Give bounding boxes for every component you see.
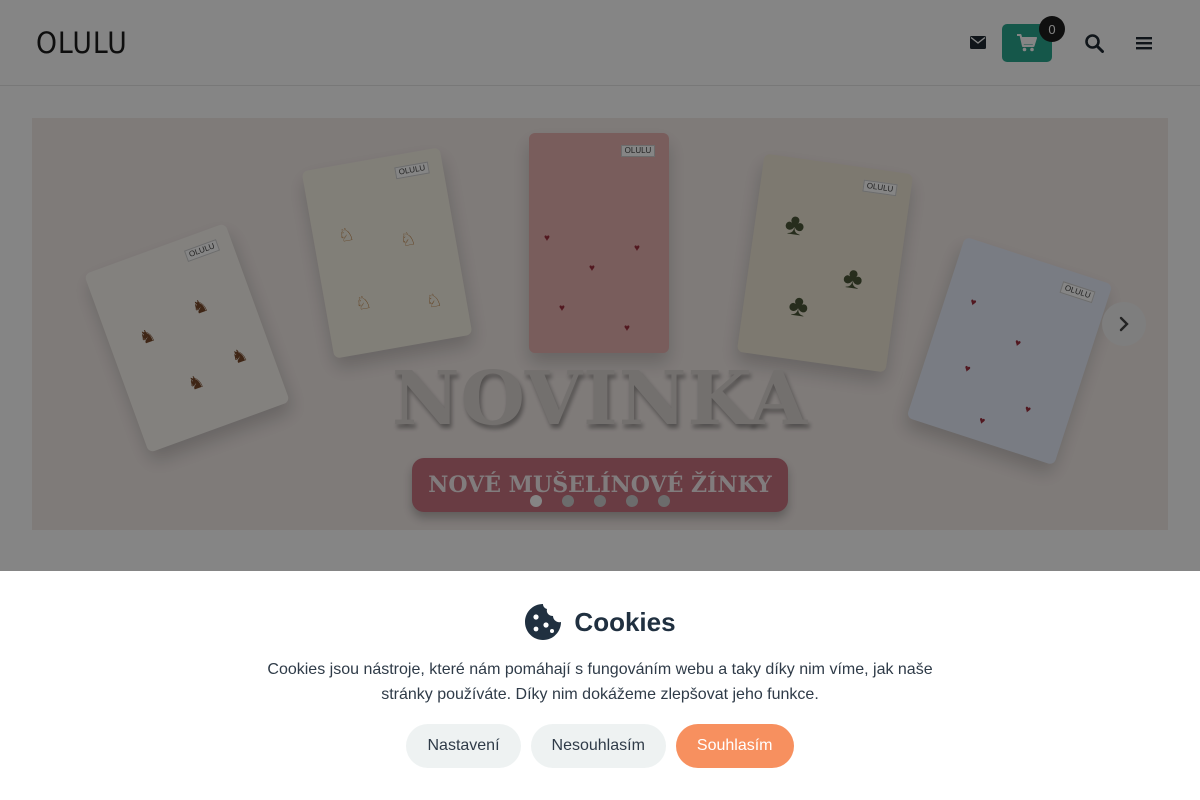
cookie-icon <box>525 604 562 640</box>
cookie-description: Cookies jsou nástroje, které nám pomáhaj… <box>267 661 933 703</box>
cookie-title: Cookies <box>574 606 676 637</box>
cookie-reject-button[interactable]: Nesouhlasím <box>530 724 666 768</box>
cookie-heading: Cookies <box>0 603 1200 641</box>
cookie-settings-button[interactable]: Nastavení <box>406 724 521 768</box>
cookie-consent-panel: Cookies Cookies jsou nástroje, které nám… <box>0 571 1200 800</box>
cookie-button-row: Nastavení Nesouhlasím Souhlasím <box>0 724 1200 768</box>
cookie-accept-button[interactable]: Souhlasím <box>675 724 794 768</box>
